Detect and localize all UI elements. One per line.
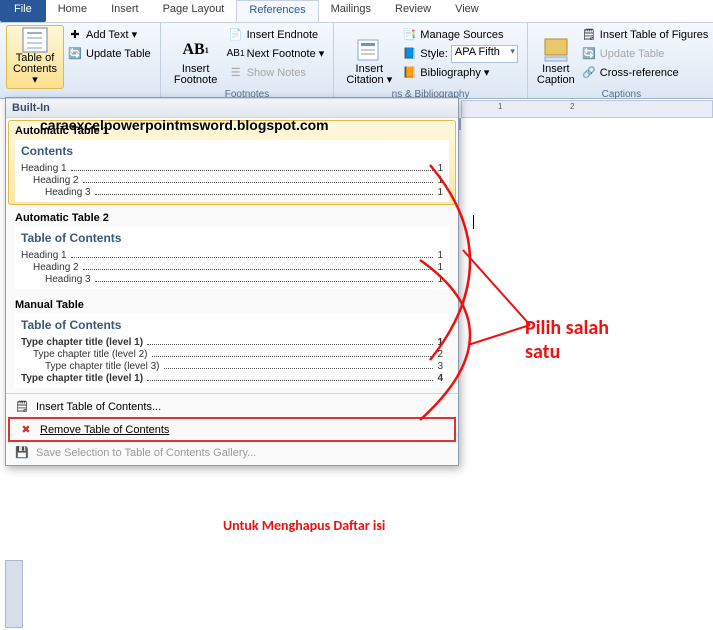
toc-icon xyxy=(21,27,49,53)
tab-references[interactable]: References xyxy=(236,0,318,22)
tab-review[interactable]: Review xyxy=(383,0,443,22)
next-footnote-icon: AB1 xyxy=(228,48,244,59)
remove-toc-menu[interactable]: ✖ Remove Table of Contents xyxy=(8,417,456,442)
insert-endnote-button[interactable]: 📄Insert Endnote xyxy=(225,25,328,44)
gallery-section-builtin: Built-In xyxy=(6,98,458,118)
show-notes-button: ☰Show Notes xyxy=(225,63,328,82)
gallery-item-manual[interactable]: Manual Table Table of Contents Type chap… xyxy=(8,294,456,391)
save-toc-gallery-menu: 💾 Save Selection to Table of Contents Ga… xyxy=(6,442,458,463)
caption-icon xyxy=(542,36,570,64)
update-table-button[interactable]: 🔄 Update Table xyxy=(64,44,154,63)
tof-icon: 🗒 xyxy=(581,28,597,41)
insert-toc-menu[interactable]: 🗒 Insert Table of Contents... xyxy=(6,396,458,417)
ribbon: Table of Contents ▾ ✚ Add Text ▾ 🔄 Updat… xyxy=(0,23,713,99)
update-icon: 🔄 xyxy=(67,47,83,60)
text-cursor xyxy=(473,215,474,229)
style-select[interactable]: APA Fifth xyxy=(451,45,518,63)
watermark-text: caraexcelpowerpointmsword.blogspot.com xyxy=(40,117,329,133)
insert-table-figures-button[interactable]: 🗒Insert Table of Figures xyxy=(578,25,712,44)
remove-toc-icon: ✖ xyxy=(18,423,34,436)
table-of-contents-button[interactable]: Table of Contents ▾ xyxy=(6,25,64,89)
style-icon: 📘 xyxy=(401,47,417,60)
tab-insert[interactable]: Insert xyxy=(99,0,151,22)
toc-preview-auto1: Contents Heading 11 Heading 21 Heading 3… xyxy=(15,140,449,202)
footnote-icon: AB1 xyxy=(182,36,210,64)
add-text-button[interactable]: ✚ Add Text ▾ xyxy=(64,25,154,44)
cross-reference-button[interactable]: 🔗Cross-reference xyxy=(578,63,712,82)
tab-home[interactable]: Home xyxy=(46,0,99,22)
show-notes-icon: ☰ xyxy=(228,66,244,79)
add-text-icon: ✚ xyxy=(67,28,83,41)
vertical-scrollbar[interactable] xyxy=(5,560,23,628)
toc-gallery: Built-In Automatic Table 1 Contents Head… xyxy=(5,97,459,466)
manage-sources-button[interactable]: 📑Manage Sources xyxy=(398,25,521,44)
update-tof-icon: 🔄 xyxy=(581,47,597,60)
style-row: 📘 Style: APA Fifth xyxy=(398,44,521,63)
citation-icon xyxy=(355,36,383,64)
bibliography-icon: 📙 xyxy=(401,66,417,79)
xref-icon: 🔗 xyxy=(581,66,597,79)
toc-preview-manual: Table of Contents Type chapter title (le… xyxy=(15,314,449,388)
insert-citation-button[interactable]: Insert Citation ▾ xyxy=(340,25,398,89)
toc-preview-auto2: Table of Contents Heading 11 Heading 21 … xyxy=(15,227,449,289)
tab-mailings[interactable]: Mailings xyxy=(319,0,383,22)
gallery-item-auto2[interactable]: Automatic Table 2 Table of Contents Head… xyxy=(8,207,456,292)
insert-caption-button[interactable]: Insert Caption xyxy=(534,25,578,89)
gallery-footer: 🗒 Insert Table of Contents... ✖ Remove T… xyxy=(6,393,458,465)
save-gallery-icon: 💾 xyxy=(14,446,30,459)
toc-button-label: Table of Contents ▾ xyxy=(9,53,61,86)
ribbon-tabs: File Home Insert Page Layout References … xyxy=(0,0,713,23)
next-footnote-button[interactable]: AB1Next Footnote ▾ xyxy=(225,44,328,63)
insert-toc-icon: 🗒 xyxy=(14,400,30,413)
annotation-pick-one: Pilih salah satu xyxy=(525,316,609,364)
endnote-icon: 📄 xyxy=(228,28,244,41)
bibliography-button[interactable]: 📙Bibliography ▾ xyxy=(398,63,521,82)
horizontal-ruler[interactable]: 1 2 xyxy=(461,100,713,118)
tab-file[interactable]: File xyxy=(0,0,46,22)
insert-footnote-button[interactable]: AB1 Insert Footnote xyxy=(167,25,225,89)
annotation-remove: Untuk Menghapus Daftar isi xyxy=(223,517,385,534)
manage-sources-icon: 📑 xyxy=(401,28,417,41)
tab-view[interactable]: View xyxy=(443,0,491,22)
update-table-figures-button: 🔄Update Table xyxy=(578,44,712,63)
tab-page-layout[interactable]: Page Layout xyxy=(151,0,237,22)
